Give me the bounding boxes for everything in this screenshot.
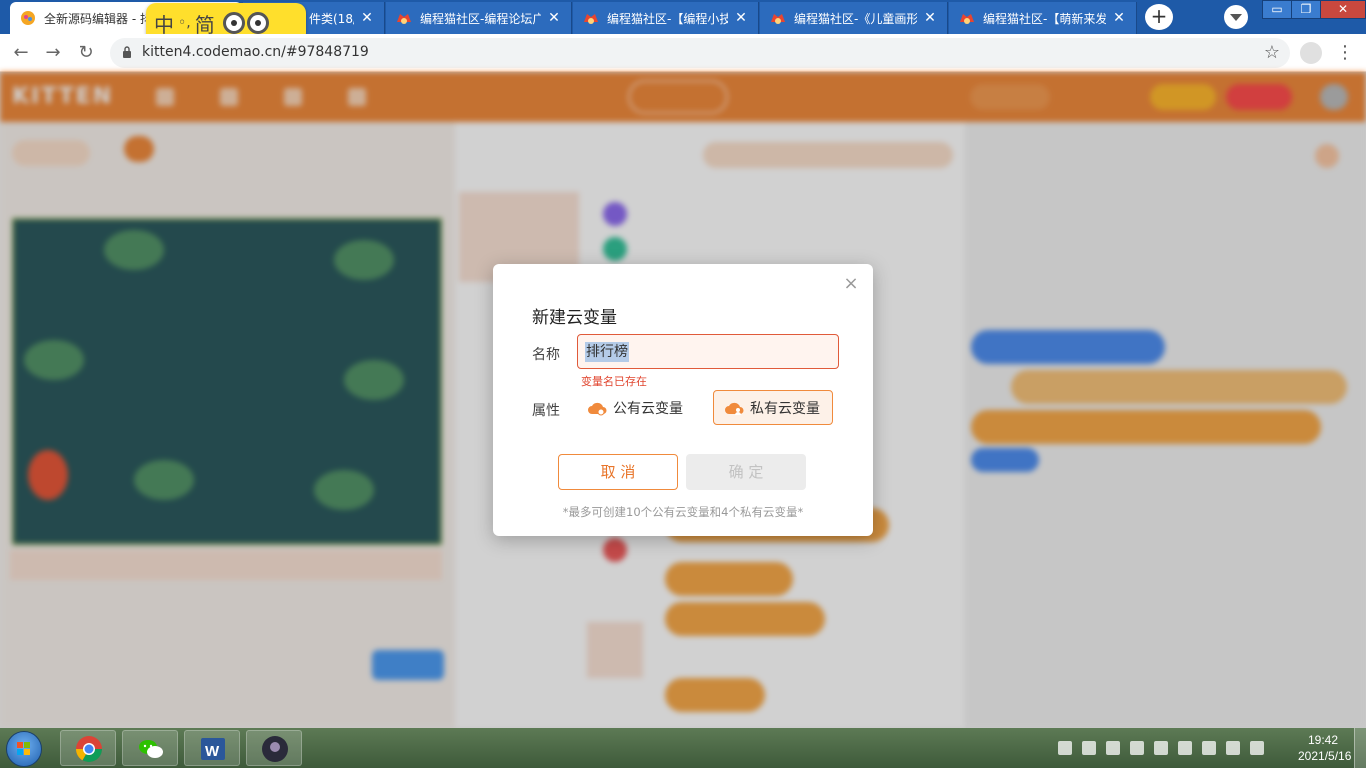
ime-punct: ◦,: [178, 15, 191, 31]
show-desktop-button[interactable]: [1354, 728, 1366, 768]
eye-icon: [246, 12, 269, 34]
close-icon[interactable]: ✕: [734, 11, 748, 25]
codemao-cat-icon: [397, 14, 411, 24]
public-option-label: 公有云变量: [613, 400, 683, 417]
nvidia-icon[interactable]: [1202, 741, 1216, 755]
selected-text-highlight: 排行榜: [585, 342, 629, 362]
taskbar-chrome[interactable]: [60, 730, 116, 766]
bluetooth-icon[interactable]: [1250, 741, 1264, 755]
tab-4[interactable]: 编程猫社区-【编程小技 ✕: [573, 2, 759, 34]
back-arrow-icon[interactable]: ←: [10, 42, 32, 64]
tab-5[interactable]: 编程猫社区-《儿童画形 ✕: [760, 2, 948, 34]
volume-icon[interactable]: [1058, 741, 1072, 755]
chrome-icon: [75, 736, 103, 763]
network-signal-icon[interactable]: [1226, 741, 1240, 755]
tab-title: 编程猫社区-编程论坛广: [420, 11, 541, 26]
system-clock[interactable]: 19:42 2021/5/16: [1298, 732, 1352, 764]
close-icon[interactable]: ✕: [1112, 11, 1126, 25]
private-option-label: 私有云变量: [750, 400, 820, 417]
codemao-cat-icon: [771, 14, 785, 24]
ime-mascot-icon: [222, 12, 271, 34]
lock-icon: [123, 46, 131, 58]
bookmark-star-icon[interactable]: ☆: [1264, 42, 1280, 63]
close-icon[interactable]: ✕: [360, 11, 374, 25]
codemao-cat-icon: [584, 14, 598, 24]
taskbar-app[interactable]: [246, 730, 302, 766]
windows-taskbar: W 19:42 2021/5/16: [0, 728, 1366, 768]
start-button[interactable]: [6, 731, 42, 767]
maximize-button[interactable]: ❐: [1291, 0, 1321, 19]
wechat-tray-icon[interactable]: [1082, 741, 1096, 755]
windows-logo-icon: [17, 742, 30, 755]
tab-3[interactable]: 编程猫社区-编程论坛广 ✕: [386, 2, 572, 34]
word-icon: W: [201, 738, 225, 760]
clock-time: 19:42: [1307, 733, 1339, 747]
codemao-favicon-icon: [21, 11, 35, 25]
window-close-button[interactable]: ✕: [1320, 0, 1366, 19]
close-icon[interactable]: ✕: [923, 11, 937, 25]
taskbar-word[interactable]: W: [184, 730, 240, 766]
account-avatar-icon[interactable]: [1300, 42, 1322, 64]
taskbar-wechat[interactable]: [122, 730, 178, 766]
name-label: 名称: [532, 347, 560, 363]
limit-note: *最多可创建10个公有云变量和4个私有云变量*: [562, 505, 804, 519]
display-icon[interactable]: [1178, 741, 1192, 755]
wechat-icon: [139, 740, 163, 758]
clipboard-icon[interactable]: [1106, 741, 1120, 755]
qq-icon[interactable]: [1130, 741, 1144, 755]
omnibox[interactable]: kitten4.codemao.cn/#97848719 ☆: [110, 38, 1290, 68]
tab-search-icon[interactable]: [1224, 5, 1248, 29]
private-cloud-variable-option[interactable]: 私有云变量: [713, 390, 833, 425]
tools-icon[interactable]: [1154, 741, 1168, 755]
tab-6[interactable]: 编程猫社区-【萌新来发 ✕: [949, 2, 1137, 34]
cancel-button[interactable]: 取 消: [558, 454, 678, 490]
confirm-button[interactable]: 确 定: [686, 454, 806, 490]
close-icon[interactable]: ✕: [547, 11, 561, 25]
tab-title: 编程猫社区-《儿童画形: [794, 11, 917, 26]
clock-date: 2021/5/16: [1298, 749, 1352, 763]
browser-menu-icon[interactable]: ⋮: [1335, 40, 1355, 66]
reload-icon[interactable]: ↻: [75, 42, 97, 64]
avatar-app-icon: [262, 736, 288, 762]
public-cloud-icon: [588, 402, 607, 415]
public-cloud-variable-option[interactable]: 公有云变量: [577, 390, 695, 425]
type-label: 属性: [532, 403, 560, 419]
svg-text:W: W: [205, 743, 220, 760]
address-bar: ← → ↻ kitten4.codemao.cn/#97848719 ☆ ⋮: [0, 34, 1366, 72]
forward-arrow-icon[interactable]: →: [42, 42, 64, 64]
system-tray: [1058, 738, 1274, 758]
new-cloud-variable-dialog: × 新建云变量 名称 排行榜 变量名已存在 属性 公有云变量 私有云变量 取 消…: [493, 264, 873, 536]
tab-title: 编程猫社区-【编程小技: [607, 11, 728, 26]
close-icon[interactable]: ×: [843, 275, 859, 293]
eye-icon: [222, 12, 245, 34]
private-cloud-icon: [725, 402, 744, 415]
new-tab-button[interactable]: +: [1145, 4, 1173, 30]
codemao-cat-icon: [960, 14, 974, 24]
minimize-button[interactable]: ▭: [1262, 0, 1292, 19]
tab-title: 编程猫社区-【萌新来发: [983, 11, 1106, 26]
dialog-title: 新建云变量: [532, 308, 617, 328]
error-message: 变量名已存在: [581, 375, 647, 388]
url-text[interactable]: kitten4.codemao.cn/#97848719: [142, 44, 369, 60]
